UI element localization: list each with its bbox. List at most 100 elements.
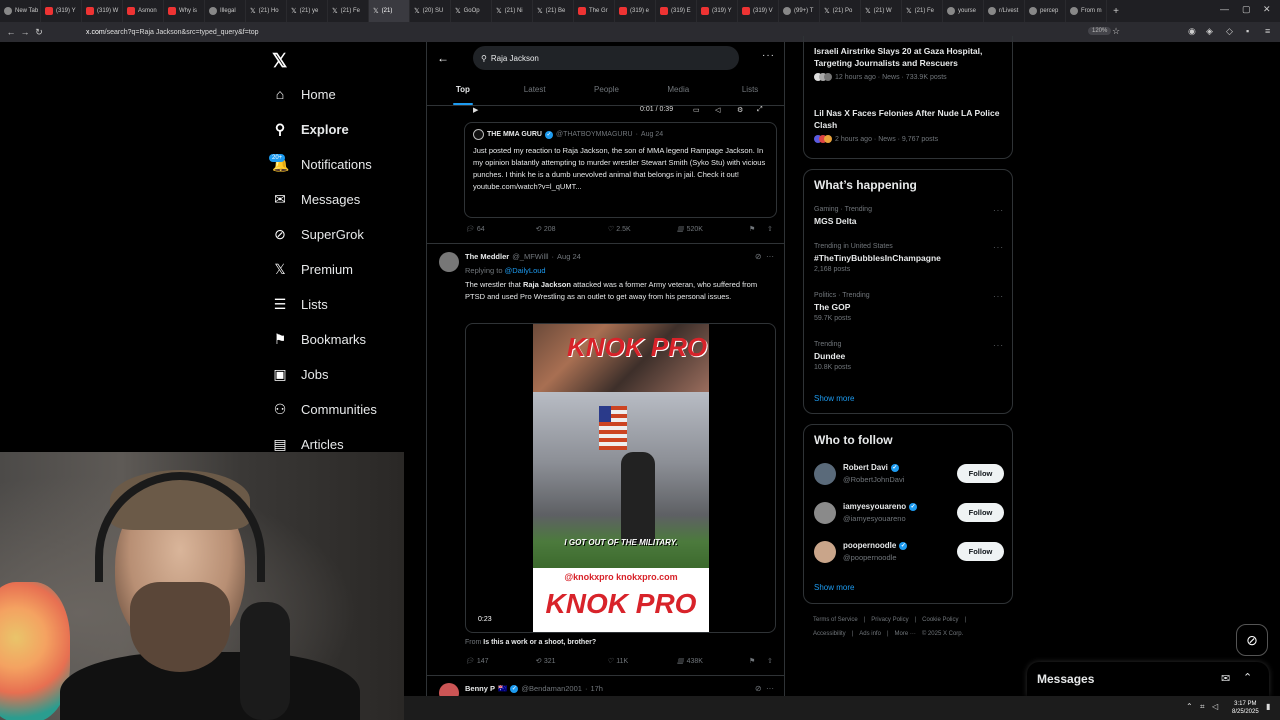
forward-icon[interactable]: → bbox=[18, 27, 32, 37]
browser-tab[interactable]: New Tab bbox=[0, 0, 41, 22]
follow-button[interactable]: Follow bbox=[957, 503, 1004, 522]
browser-tab[interactable]: 𝕏 (21) Fe bbox=[328, 0, 369, 22]
nav-item-explore[interactable]: ⚲ Explore bbox=[272, 121, 349, 138]
author-handle[interactable]: @Bendaman2001 bbox=[521, 684, 582, 693]
post-menu[interactable]: ⊘ ··· bbox=[755, 252, 774, 261]
follow-suggestion[interactable]: poopernoodle ✓ @poopernoodle Follow bbox=[814, 539, 1004, 565]
post-benny-p[interactable]: Benny P 🇦🇺 ✓ @Bendaman2001 · 17h ⊘ ··· bbox=[427, 675, 784, 696]
account-handle[interactable]: @RobertJohnDavi bbox=[843, 475, 904, 484]
author-handle[interactable]: @_MFWilll bbox=[512, 252, 548, 261]
extension-icon[interactable]: ◈ bbox=[1206, 26, 1213, 37]
news-item[interactable]: Lil Nas X Faces Felonies After Nude LA P… bbox=[814, 107, 1004, 143]
footer-link[interactable]: Privacy Policy bbox=[871, 617, 908, 623]
bookmark-star-icon[interactable]: ☆ bbox=[1112, 26, 1120, 37]
share-icon[interactable]: ⇧ bbox=[767, 657, 773, 665]
account-name[interactable]: poopernoodle bbox=[843, 541, 896, 550]
tab-lists[interactable]: Lists bbox=[714, 80, 784, 105]
extension-icon[interactable]: ▪ bbox=[1246, 26, 1249, 36]
reply-button[interactable]: 💬︎ 64 bbox=[465, 225, 485, 234]
more-icon[interactable]: ··· bbox=[993, 206, 1004, 215]
volume-icon[interactable]: ◁ bbox=[715, 106, 720, 114]
url-field[interactable]: x.com/search?q=Raja Jackson&src=typed_qu… bbox=[86, 29, 259, 36]
avatar[interactable] bbox=[814, 541, 836, 563]
show-more-link[interactable]: Show more bbox=[814, 583, 854, 592]
nav-item-articles[interactable]: ▤ Articles bbox=[272, 436, 343, 453]
maximize-window-button[interactable]: ▢ bbox=[1242, 4, 1251, 15]
system-clock[interactable]: 3:17 PM 8/25/2025 bbox=[1232, 700, 1259, 716]
follow-button[interactable]: Follow bbox=[957, 464, 1004, 483]
quoted-post[interactable]: THE MMA GURU ✓ @THATBOYMMAGURU · Aug 24 … bbox=[464, 122, 777, 218]
tab-top[interactable]: Top bbox=[427, 80, 499, 105]
account-name[interactable]: iamyesyouareno bbox=[843, 502, 906, 511]
browser-tab[interactable]: yourse bbox=[943, 0, 984, 22]
play-icon[interactable]: ▶ bbox=[473, 106, 478, 114]
browser-tab[interactable]: Asmon bbox=[123, 0, 164, 22]
browser-tab[interactable]: (319) V bbox=[738, 0, 779, 22]
follow-button[interactable]: Follow bbox=[957, 542, 1004, 561]
nav-item-messages[interactable]: ✉ Messages bbox=[272, 191, 360, 208]
browser-tab[interactable]: Illegal bbox=[205, 0, 246, 22]
nav-item-supergrok[interactable]: ⊘ SuperGrok bbox=[272, 226, 364, 243]
browser-tab[interactable]: Why is bbox=[164, 0, 205, 22]
close-window-button[interactable]: ✕ bbox=[1263, 4, 1271, 15]
browser-tab[interactable]: 𝕏 GoOp bbox=[451, 0, 492, 22]
browser-tab[interactable]: r/Livest bbox=[984, 0, 1025, 22]
nav-item-jobs[interactable]: ▣ Jobs bbox=[272, 366, 328, 383]
show-more-link[interactable]: Show more bbox=[814, 394, 854, 403]
more-icon[interactable]: ··· bbox=[766, 252, 774, 261]
reply-mention-link[interactable]: @DailyLoud bbox=[505, 266, 546, 275]
like-button[interactable]: ♡ 11K bbox=[607, 657, 628, 666]
footer-link[interactable]: © 2025 X Corp. bbox=[922, 631, 963, 637]
nav-item-communities[interactable]: ⚇ Communities bbox=[272, 401, 377, 418]
nav-item-home[interactable]: ⌂ Home bbox=[272, 86, 336, 102]
back-arrow-icon[interactable]: ← bbox=[437, 51, 449, 65]
browser-tab[interactable]: (319) W bbox=[82, 0, 123, 22]
avatar[interactable] bbox=[439, 683, 459, 696]
captions-icon[interactable]: ▭ bbox=[693, 106, 700, 114]
reply-button[interactable]: 💬︎ 147 bbox=[465, 657, 489, 666]
nav-item-premium[interactable]: 𝕏 Premium bbox=[272, 261, 353, 278]
grok-button[interactable]: ⊘ bbox=[1236, 624, 1268, 656]
video-source[interactable]: From Is this a work or a shoot, brother? bbox=[465, 639, 596, 646]
trend-item[interactable]: Trending Dundee 10.8K posts ··· bbox=[814, 341, 1004, 371]
more-icon[interactable]: ··· bbox=[766, 684, 774, 693]
account-handle[interactable]: @iamyesyouareno bbox=[843, 514, 906, 523]
avatar[interactable] bbox=[814, 463, 836, 485]
x-logo-icon[interactable]: 𝕏 bbox=[272, 50, 287, 73]
nav-item-notifications[interactable]: 🔔 Notifications bbox=[272, 156, 372, 173]
post-menu[interactable]: ⊘ ··· bbox=[755, 684, 774, 693]
browser-tab[interactable]: (319) E bbox=[656, 0, 697, 22]
author-name[interactable]: Benny P bbox=[465, 684, 495, 693]
nav-item-lists[interactable]: ☰ Lists bbox=[272, 296, 328, 313]
browser-tab[interactable]: 𝕏 (20) SU bbox=[410, 0, 451, 22]
trend-item[interactable]: Trending in United States #TheTinyBubbles… bbox=[814, 243, 1004, 273]
volume-icon[interactable]: ◁ bbox=[1212, 702, 1218, 711]
browser-tab[interactable]: (319) e bbox=[615, 0, 656, 22]
account-handle[interactable]: @poopernoodle bbox=[843, 553, 897, 562]
news-item[interactable]: Israeli Airstrike Slays 20 at Gaza Hospi… bbox=[814, 45, 1004, 81]
fullscreen-icon[interactable]: ⤢ bbox=[757, 106, 763, 114]
browser-tab[interactable]: 𝕏 (21) W bbox=[861, 0, 902, 22]
footer-link[interactable]: Accessibility bbox=[813, 631, 846, 637]
footer-link[interactable]: Ads info bbox=[859, 631, 881, 637]
minimize-window-button[interactable]: — bbox=[1220, 4, 1229, 14]
follow-suggestion[interactable]: Robert Davi ✓ @RobertJohnDavi Follow bbox=[814, 461, 1004, 487]
post-the-meddler[interactable]: The Meddler @_MFWilll · Aug 24 ⊘ ··· Rep… bbox=[427, 243, 784, 696]
browser-tab[interactable]: 𝕏 (21) Fe bbox=[902, 0, 943, 22]
like-button[interactable]: ♡ 2.5K bbox=[607, 225, 631, 234]
new-message-icon[interactable]: ✉ bbox=[1221, 672, 1230, 685]
new-tab-icon[interactable]: + bbox=[1107, 6, 1125, 17]
more-options-icon[interactable]: ··· bbox=[762, 50, 775, 61]
browser-tab[interactable]: (99+) T bbox=[779, 0, 820, 22]
network-icon[interactable]: ⌗ bbox=[1200, 702, 1205, 712]
browser-tab[interactable]: The Gr bbox=[574, 0, 615, 22]
trend-item[interactable]: Gaming · Trending MGS Delta ··· bbox=[814, 206, 1004, 226]
views-button[interactable]: ▥ 438K bbox=[677, 657, 703, 666]
footer-link[interactable]: Terms of Service bbox=[813, 617, 858, 623]
trend-item[interactable]: Politics · Trending The GOP 59.7K posts ··· bbox=[814, 292, 1004, 322]
tab-media[interactable]: Media bbox=[642, 80, 714, 105]
tray-chevron-icon[interactable]: ⌃ bbox=[1186, 702, 1193, 711]
footer-link[interactable]: Cookie Policy bbox=[922, 617, 958, 623]
views-button[interactable]: ▥ 520K bbox=[677, 225, 703, 234]
search-input[interactable]: ⚲ Raja Jackson bbox=[473, 46, 739, 70]
